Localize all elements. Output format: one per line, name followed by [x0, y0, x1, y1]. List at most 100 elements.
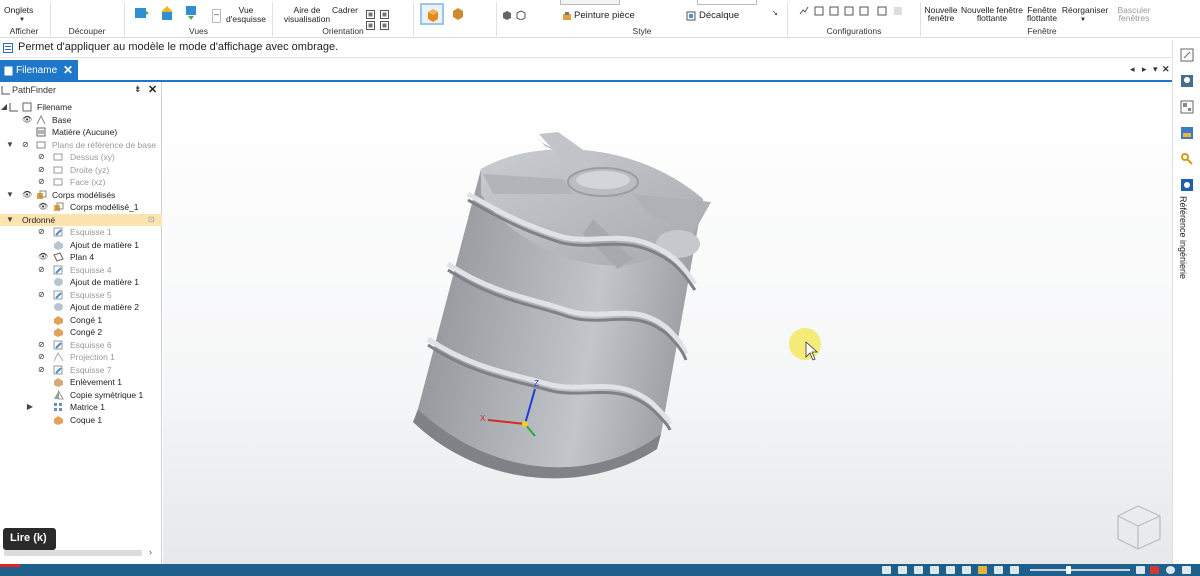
- collapse-arrow-icon[interactable]: ▼: [6, 214, 14, 226]
- look-at-icon[interactable]: [962, 566, 971, 574]
- tab-scroll-left-icon[interactable]: ◂: [1130, 64, 1135, 75]
- style-dropdown-2[interactable]: [697, 0, 757, 5]
- eye-hidden-icon[interactable]: ⊘: [22, 139, 34, 151]
- basculer-fenetres-label-2[interactable]: fenêtres: [1114, 14, 1154, 23]
- tree-row-esquisse-1[interactable]: ⊘ Esquisse 1: [0, 226, 162, 239]
- tree-row-matiere[interactable]: Matière (Aucune): [0, 126, 162, 139]
- eye-visible-icon[interactable]: 👁: [22, 114, 34, 126]
- tree-row-ajout-matiere-1[interactable]: Ajout de matière 1: [0, 239, 162, 252]
- prompt-list-icon[interactable]: [3, 43, 13, 53]
- pathfinder-rail-icon[interactable]: [1180, 74, 1194, 88]
- tank-model[interactable]: [163, 84, 1172, 564]
- tree-row-dessus[interactable]: ⊘ Dessus (xy): [0, 151, 162, 164]
- tree-row-esquisse-7[interactable]: ⊘ Esquisse 7: [0, 364, 162, 377]
- nf-flottante-label-2[interactable]: flottante: [960, 14, 1024, 23]
- aire-visualisation-label-2[interactable]: visualisation: [278, 15, 336, 24]
- 3d-viewport[interactable]: Z X: [163, 84, 1172, 564]
- close-tab-icon[interactable]: ✕: [63, 63, 73, 77]
- face-style-icon[interactable]: [516, 10, 526, 20]
- view-home-icon[interactable]: [160, 5, 174, 21]
- collapse-arrow-icon[interactable]: ▼: [6, 189, 14, 201]
- tree-row-plans-reference[interactable]: ▼ ⊘ Plans de référence de base: [0, 139, 162, 152]
- collapse-arrow-icon[interactable]: ▼: [6, 139, 14, 151]
- pan-icon[interactable]: [930, 566, 939, 574]
- shading-icon[interactable]: [978, 566, 987, 574]
- style-dropdown-1[interactable]: [560, 0, 620, 5]
- config-icon-6[interactable]: [877, 6, 887, 16]
- close-panel-icon[interactable]: ✕: [148, 83, 157, 96]
- tree-row-copie-symetrique-1[interactable]: Copie symétrique 1: [0, 389, 162, 402]
- help-icon[interactable]: [1182, 566, 1191, 574]
- close-window-icon[interactable]: ✕: [1162, 64, 1170, 75]
- zoom-in-icon[interactable]: [1136, 566, 1145, 574]
- shaded-mode-button[interactable]: [420, 3, 444, 25]
- engineering-reference-label[interactable]: Référence ingénierie: [1178, 196, 1188, 279]
- zoom-area-icon[interactable]: [882, 566, 891, 574]
- expand-arrow-icon[interactable]: ▶: [26, 401, 34, 413]
- view-down-icon[interactable]: [184, 5, 198, 21]
- sketch-view-icon[interactable]: –: [212, 9, 221, 23]
- style-launcher-icon[interactable]: ↘: [772, 9, 778, 18]
- ordered-mode-icon[interactable]: ⊡: [148, 214, 155, 226]
- sketch-view-icon[interactable]: [1010, 566, 1019, 574]
- eye-hidden-icon[interactable]: ⊘: [38, 289, 50, 301]
- engineering-reference-icon[interactable]: [1180, 178, 1194, 192]
- scroll-thumb[interactable]: [4, 550, 142, 556]
- view-top-icon[interactable]: [380, 10, 389, 19]
- eye-visible-icon[interactable]: 👁: [38, 201, 50, 213]
- nouvelle-fenetre-label-2[interactable]: fenêtre: [922, 14, 960, 23]
- tree-row-filename[interactable]: ◢ Filename: [0, 101, 162, 114]
- library-icon[interactable]: [1180, 126, 1194, 140]
- zoom-icon[interactable]: [898, 566, 907, 574]
- zoom-slider-thumb[interactable]: [1066, 566, 1071, 574]
- docked-window-icon[interactable]: [1180, 48, 1194, 62]
- shaded-edges-icon[interactable]: [451, 7, 465, 21]
- tree-row-conge-2[interactable]: Congé 2: [0, 326, 162, 339]
- tree-row-conge-1[interactable]: Congé 1: [0, 314, 162, 327]
- config-icon-4[interactable]: [844, 6, 854, 16]
- tree-row-matrice-1[interactable]: ▶ Matrice 1: [0, 401, 162, 414]
- peinture-piece-button[interactable]: Peinture pièce: [574, 11, 635, 21]
- layers-icon[interactable]: [1180, 100, 1194, 114]
- paint-part-icon[interactable]: [562, 11, 572, 21]
- rotate-icon[interactable]: [946, 566, 955, 574]
- tree-row-esquisse-5[interactable]: ⊘ Esquisse 5: [0, 289, 162, 302]
- tab-scroll-right-icon[interactable]: ▸: [1142, 64, 1147, 75]
- tree-row-ajout-matiere-2[interactable]: Ajout de matière 2: [0, 301, 162, 314]
- tree-row-base[interactable]: 👁 Base: [0, 114, 162, 127]
- view-front-icon[interactable]: [366, 10, 375, 19]
- tree-row-ajout-matiere-1b[interactable]: Ajout de matière 1: [0, 276, 162, 289]
- dropdown-arrow-icon[interactable]: ▼: [19, 16, 25, 25]
- eye-hidden-icon[interactable]: ⊘: [38, 339, 50, 351]
- eye-hidden-icon[interactable]: ⊘: [38, 176, 50, 188]
- tree-row-enlevement-1[interactable]: Enlèvement 1: [0, 376, 162, 389]
- config-icon-1[interactable]: [799, 6, 809, 16]
- eye-hidden-icon[interactable]: ⊘: [38, 151, 50, 163]
- tree-row-plan-4[interactable]: 👁 Plan 4: [0, 251, 162, 264]
- tab-list-icon[interactable]: ▾: [1153, 64, 1158, 75]
- vue-esquisse-label-2[interactable]: d'esquisse: [226, 15, 266, 24]
- eye-visible-icon[interactable]: 👁: [22, 189, 34, 201]
- config-icon-7[interactable]: [893, 6, 903, 16]
- eye-hidden-icon[interactable]: ⊘: [38, 364, 50, 376]
- onglets-button[interactable]: Onglets: [4, 6, 33, 15]
- reorganiser-dropdown-icon[interactable]: ▼: [1080, 16, 1086, 25]
- eye-hidden-icon[interactable]: ⊘: [38, 351, 50, 363]
- record-icon[interactable]: [1150, 566, 1159, 574]
- config-icon-5[interactable]: [859, 6, 869, 16]
- view-icon[interactable]: [994, 566, 1003, 574]
- tree-row-esquisse-6[interactable]: ⊘ Esquisse 6: [0, 339, 162, 352]
- key-icon[interactable]: [1180, 152, 1194, 166]
- view-add-icon[interactable]: [134, 5, 150, 21]
- tree-row-projection-1[interactable]: ⊘ Projection 1: [0, 351, 162, 364]
- eye-hidden-icon[interactable]: ⊘: [38, 226, 50, 238]
- eye-hidden-icon[interactable]: ⊘: [38, 164, 50, 176]
- view-cube[interactable]: [1117, 505, 1161, 550]
- fit-icon[interactable]: [914, 566, 923, 574]
- config-icon-3[interactable]: [829, 6, 839, 16]
- tree-row-coque-1[interactable]: Coque 1: [0, 414, 162, 427]
- zoom-slider[interactable]: [1030, 569, 1130, 571]
- part-icon[interactable]: [502, 10, 512, 20]
- decalque-button[interactable]: Décalque: [699, 11, 739, 21]
- video-progress[interactable]: [0, 564, 20, 567]
